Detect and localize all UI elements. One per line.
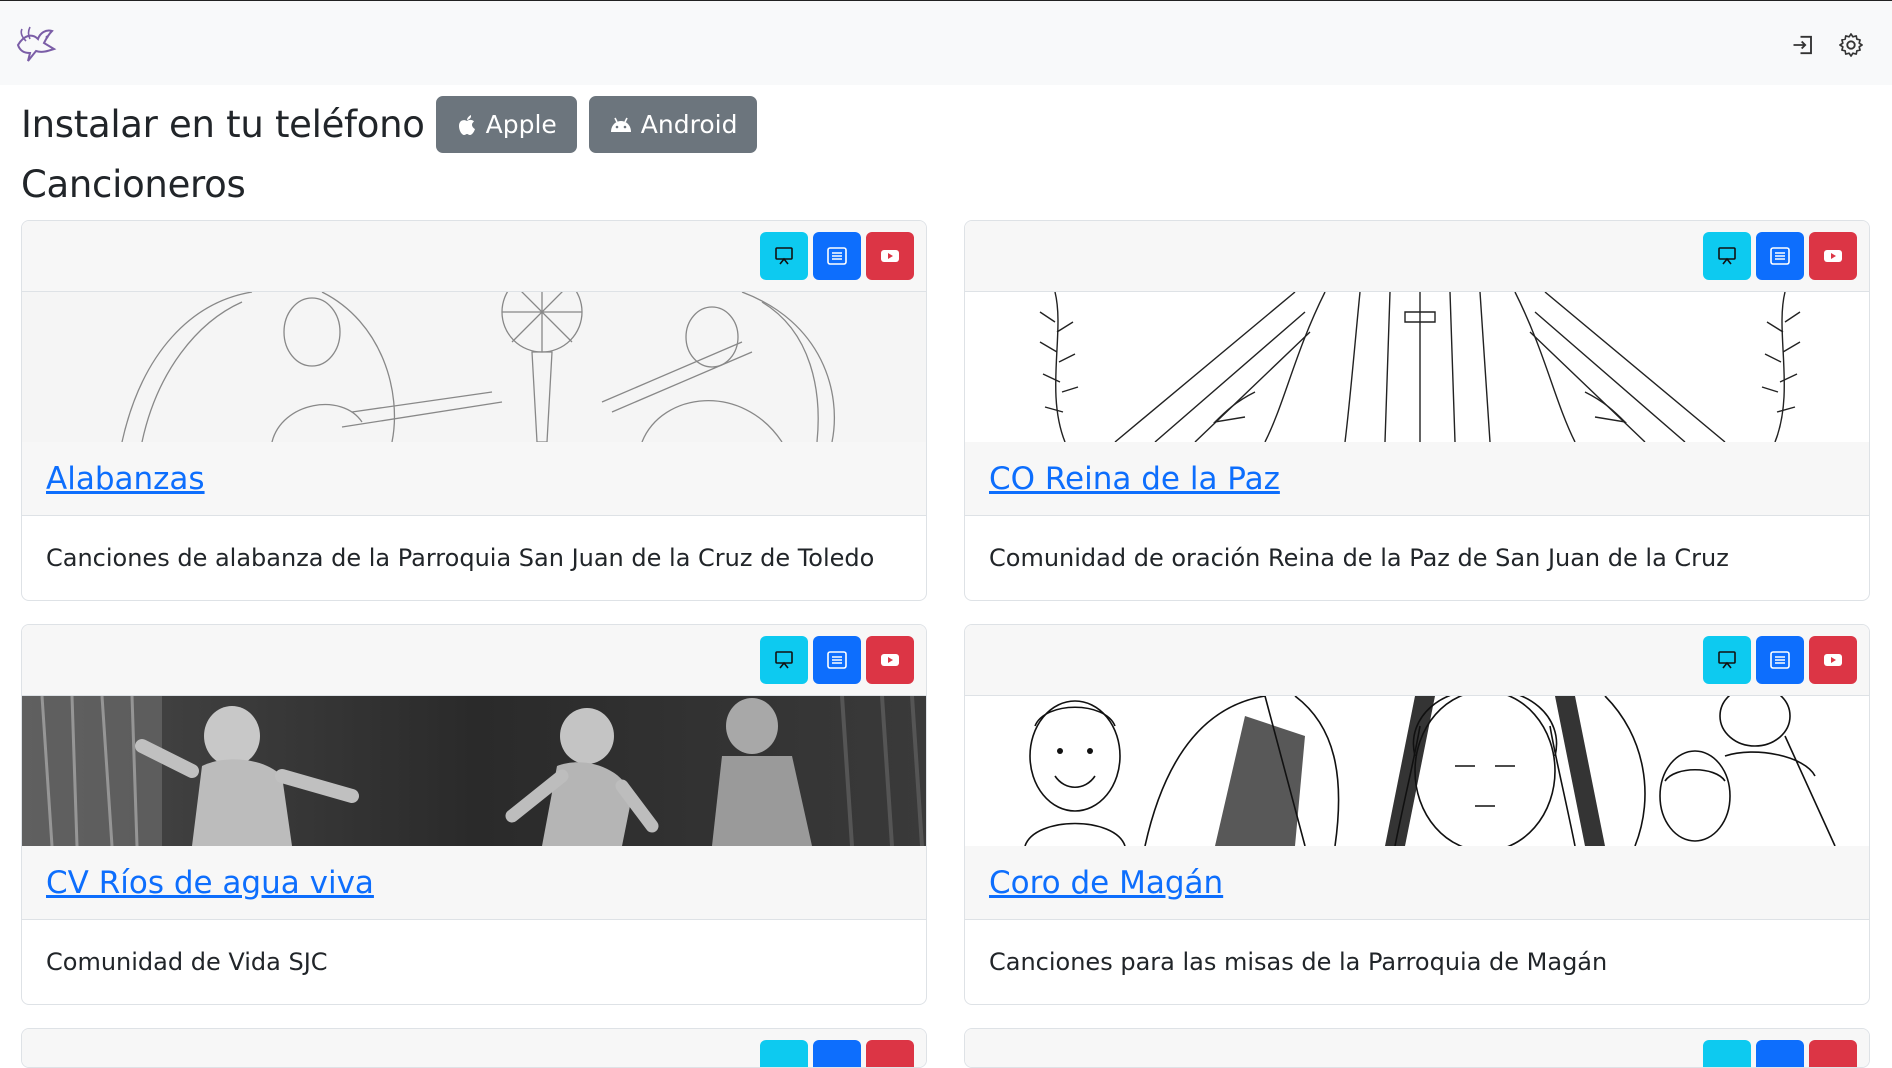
youtube-icon [1824,654,1842,666]
present-button[interactable] [760,232,808,280]
card: CO Reina de la Paz Comunidad de oración … [964,220,1870,601]
card-title-link[interactable]: Alabanzas [46,461,205,497]
presentation-icon [1718,247,1736,265]
gear-icon[interactable] [1837,31,1865,59]
list-button[interactable] [813,1040,861,1067]
youtube-button[interactable] [1809,1040,1857,1067]
card-titlebar: CV Ríos de agua viva [22,846,926,920]
youtube-icon [1824,250,1842,262]
apple-icon [458,114,475,135]
card-image [22,292,926,442]
apple-install-button[interactable]: Apple [435,96,577,153]
card-image [965,696,1869,846]
android-install-button[interactable]: Android [588,96,758,153]
card-title-link[interactable]: CV Ríos de agua viva [46,865,374,901]
card-header [22,625,926,696]
install-title: Instalar en tu teléfono [21,103,425,146]
youtube-button[interactable] [866,1040,914,1067]
youtube-button[interactable] [866,232,914,280]
card-description: Comunidad de oración Reina de la Paz de … [989,544,1729,572]
list-icon [1770,651,1790,669]
card-titlebar: CO Reina de la Paz [965,442,1869,516]
card-title-link[interactable]: CO Reina de la Paz [989,461,1280,497]
youtube-button[interactable] [866,636,914,684]
card-titlebar: Coro de Magán [965,846,1869,920]
login-icon[interactable] [1790,31,1818,59]
card-header [22,1029,926,1067]
youtube-icon [881,654,899,666]
list-button[interactable] [813,636,861,684]
apple-label: Apple [485,110,557,139]
present-button[interactable] [1703,1040,1751,1067]
android-label: Android [640,110,738,139]
section-title: Cancioneros [21,163,246,206]
card [21,1028,927,1068]
card-titlebar: Alabanzas [22,442,926,516]
card-title-link[interactable]: Coro de Magán [989,865,1223,901]
card-header [965,221,1869,292]
card: Alabanzas Canciones de alabanza de la Pa… [21,220,927,601]
card-description: Canciones de alabanza de la Parroquia Sa… [46,544,875,572]
navbar [0,0,1892,85]
present-button[interactable] [1703,636,1751,684]
presentation-icon [775,247,793,265]
dove-icon[interactable] [14,25,58,67]
card-header [965,1029,1869,1067]
card: CV Ríos de agua viva Comunidad de Vida S… [21,624,927,1005]
card-image [22,696,926,846]
card-header [22,221,926,292]
list-button[interactable] [1756,636,1804,684]
youtube-icon [881,250,899,262]
list-icon [1770,247,1790,265]
list-button[interactable] [1756,232,1804,280]
present-button[interactable] [1703,232,1751,280]
youtube-button[interactable] [1809,232,1857,280]
list-button[interactable] [1756,1040,1804,1067]
install-row: Instalar en tu teléfono Apple Android [21,96,758,153]
presentation-icon [1718,651,1736,669]
card-image [965,292,1869,442]
card: Coro de Magán Canciones para las misas d… [964,624,1870,1005]
list-button[interactable] [813,232,861,280]
list-icon [827,247,847,265]
presentation-icon [775,651,793,669]
card-description: Comunidad de Vida SJC [46,948,328,976]
present-button[interactable] [760,1040,808,1067]
card-header [965,625,1869,696]
card [964,1028,1870,1068]
youtube-button[interactable] [1809,636,1857,684]
card-description: Canciones para las misas de la Parroquia… [989,948,1608,976]
list-icon [827,651,847,669]
android-icon [610,117,631,132]
present-button[interactable] [760,636,808,684]
